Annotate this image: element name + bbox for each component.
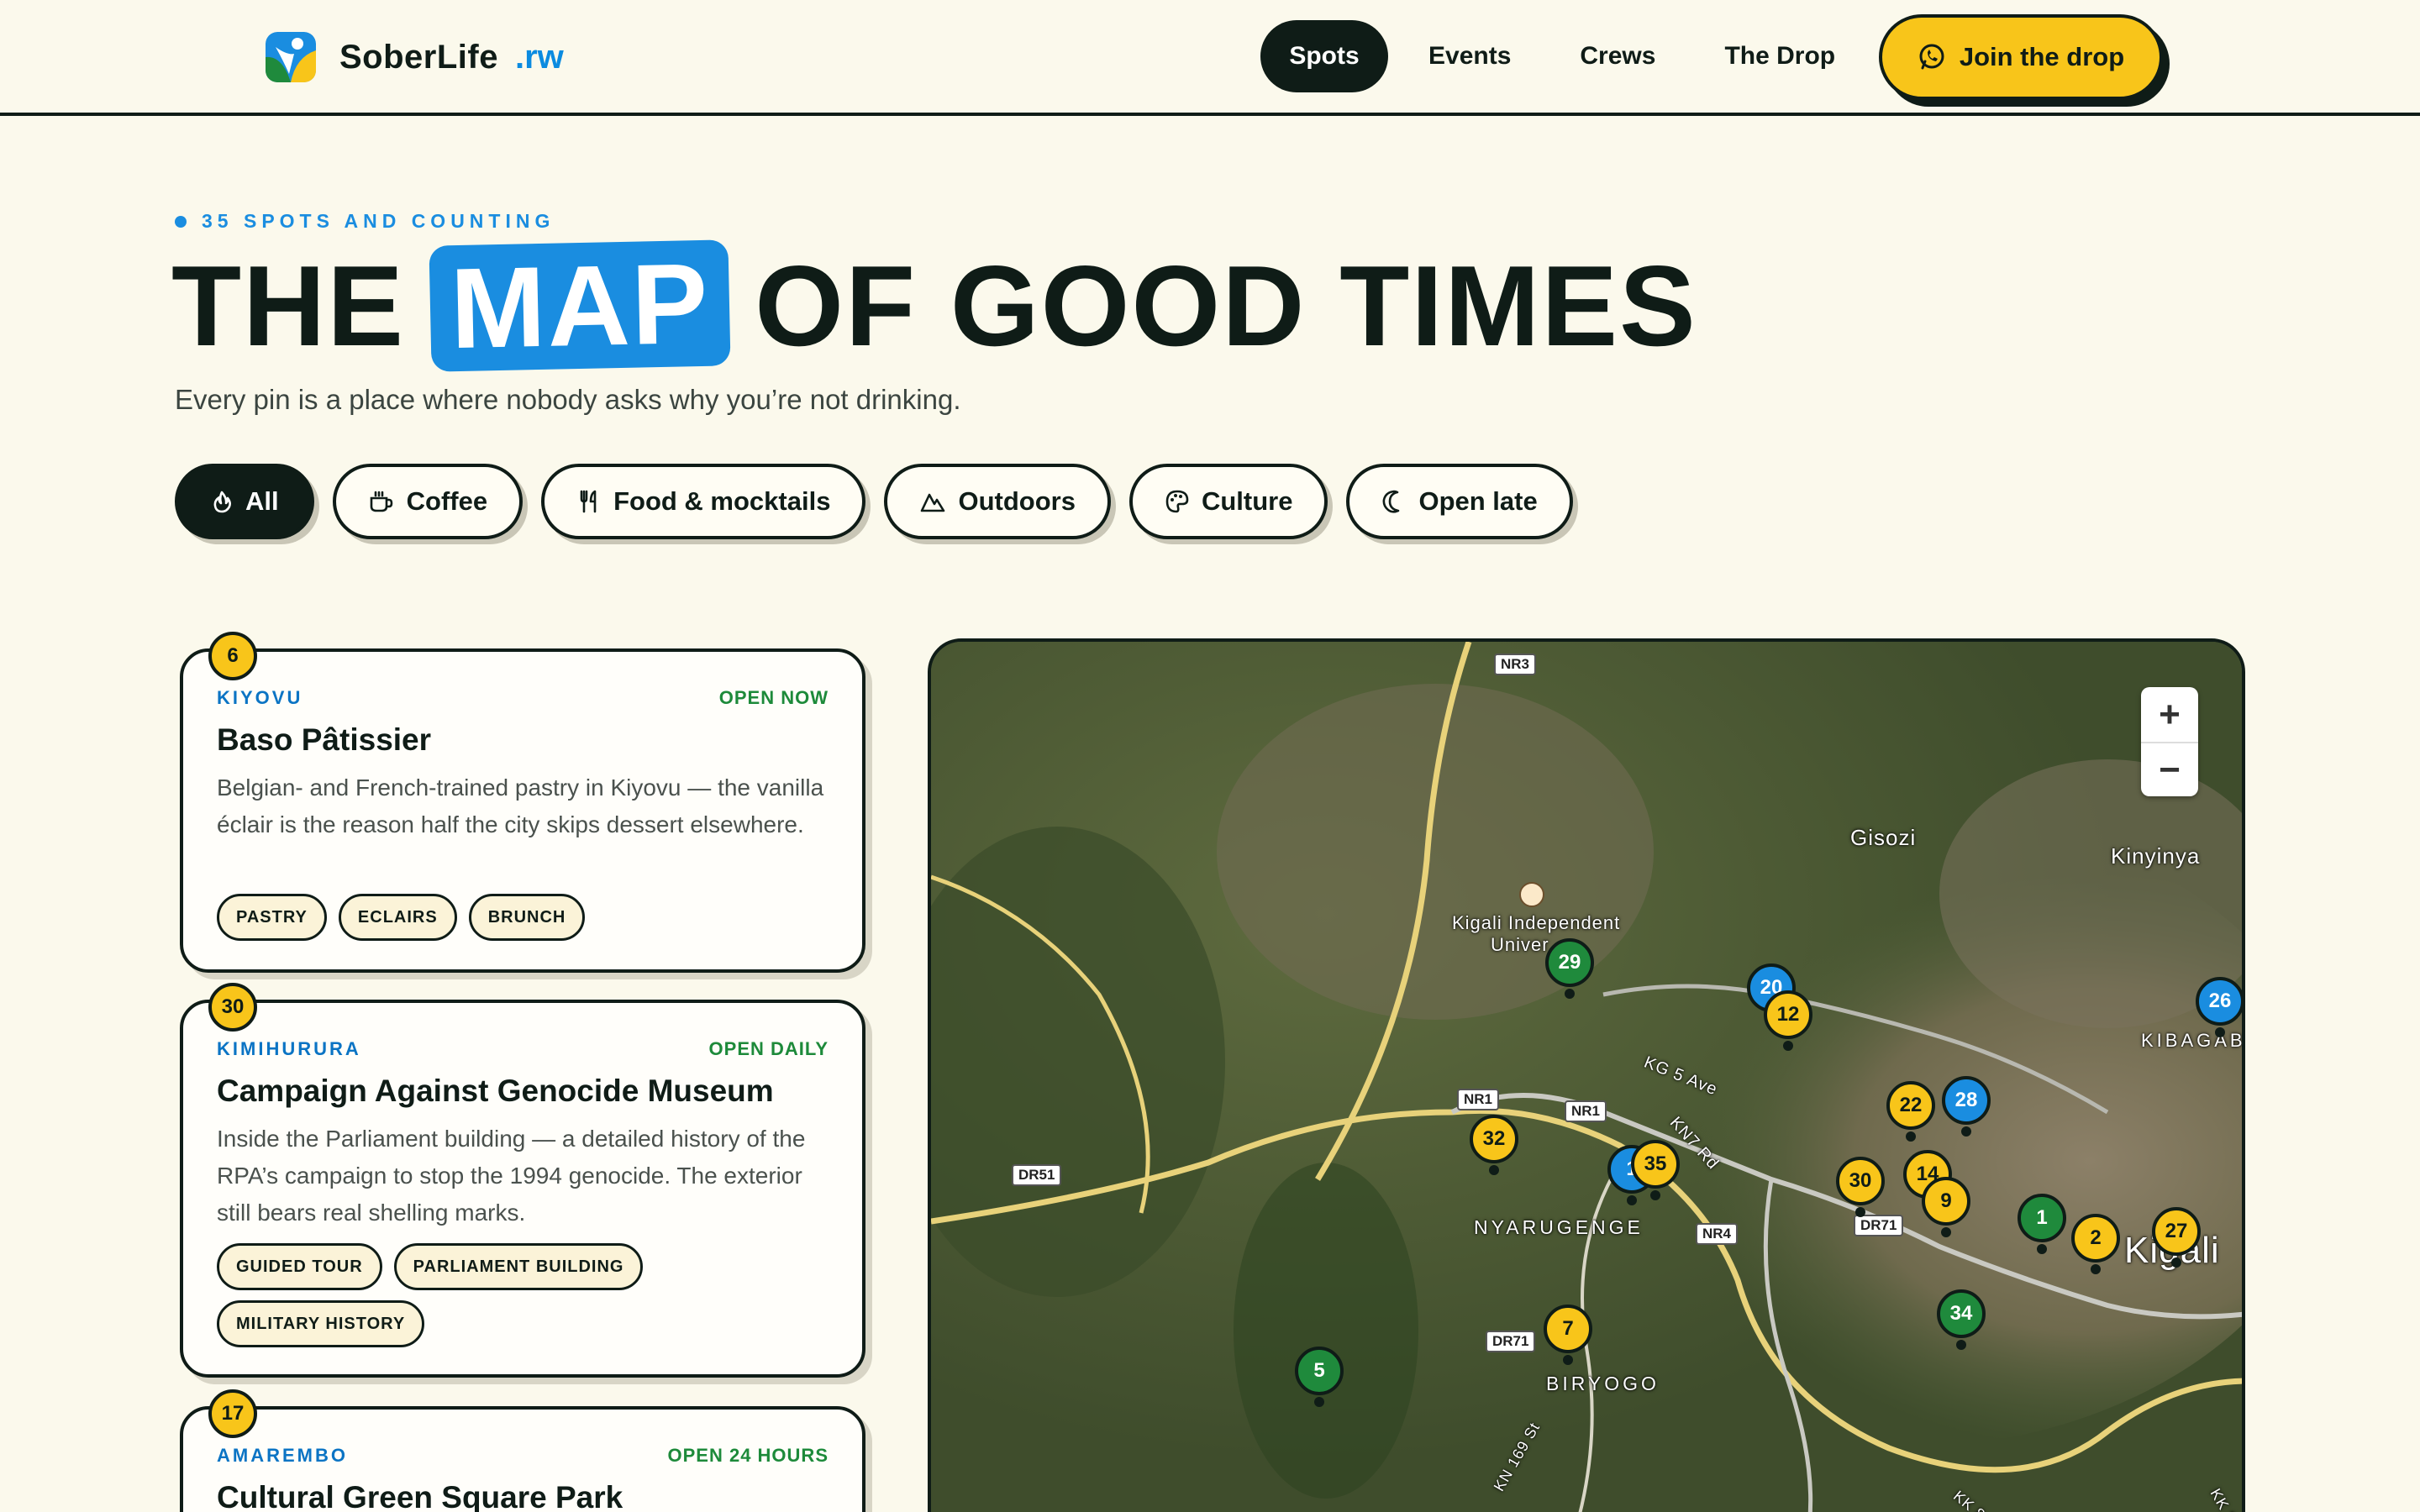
road-shield: DR71 [1486, 1331, 1536, 1352]
category-filters: All Coffee Food & mocktails Outdoors Cul… [175, 464, 1591, 539]
soberlife-logo-icon [266, 32, 316, 82]
spot-area: AMAREMBO [217, 1445, 348, 1466]
page-title: THE MAP OF GOOD TIMES [171, 239, 1697, 373]
map-pin[interactable]: 34 [1937, 1289, 1986, 1350]
map-label: Kigali Independent [1452, 912, 1621, 933]
spot-card[interactable]: 6 KIYOVU OPEN NOW Baso Pâtissier Belgian… [180, 632, 865, 973]
spot-status: OPEN NOW [718, 687, 829, 708]
spot-tag: PARLIAMENT BUILDING [393, 1243, 644, 1290]
spot-card[interactable]: 17 AMAREMBO OPEN 24 HOURS Cultural Green… [180, 1389, 865, 1512]
filter-coffee-label: Coffee [406, 486, 488, 516]
spot-name: Cultural Green Square Park [217, 1480, 623, 1512]
nav-spots[interactable]: Spots [1260, 20, 1388, 92]
spot-number-badge: 17 [208, 1389, 257, 1438]
map-pin[interactable]: 5 [1295, 1347, 1344, 1407]
spot-name: Baso Pâtissier [217, 722, 432, 757]
spot-tag: PASTRY [217, 894, 327, 941]
filter-food-mocktails-label: Food & mocktails [613, 486, 831, 516]
map-pin[interactable]: 27 [2152, 1207, 2201, 1268]
main-nav: Spots Events Crews The Drop [1260, 20, 1865, 92]
spot-tags: GUIDED TOUR PARLIAMENT BUILDING MILITARY… [217, 1243, 839, 1357]
map-label: Kinyinya [2111, 843, 2201, 869]
map-pin[interactable]: 1 [2018, 1194, 2066, 1254]
road-shield: NR4 [1696, 1223, 1739, 1245]
map-pin[interactable]: 28 [1942, 1076, 1991, 1137]
spot-number-badge: 30 [208, 983, 257, 1032]
map-pin[interactable]: 12 [1764, 990, 1812, 1051]
map-label: BIRYOGO [1546, 1373, 1660, 1394]
spot-tag: GUIDED TOUR [217, 1243, 382, 1290]
nav-events[interactable]: Events [1398, 20, 1541, 92]
spot-status: OPEN DAILY [708, 1038, 829, 1059]
fork-knife-icon [580, 490, 597, 513]
spot-area: KIYOVU [217, 687, 303, 708]
map-pin[interactable]: 9 [1922, 1177, 1970, 1237]
nav-the-drop[interactable]: The Drop [1694, 20, 1865, 92]
site-header: SoberLife .rw Spots Events Crews The Dro… [0, 0, 2420, 116]
spot-status: OPEN 24 HOURS [667, 1445, 829, 1466]
zoom-in-button[interactable]: + [2141, 687, 2198, 742]
whatsapp-icon [1919, 44, 1944, 70]
mountain-icon [921, 493, 945, 512]
spot-tag: MILITARY HISTORY [217, 1300, 425, 1347]
spot-tag: BRUNCH [468, 894, 586, 941]
join-the-drop-label: Join the drop [1959, 42, 2125, 71]
spots-count-eyebrow: 35 SPOTS AND COUNTING [175, 210, 555, 233]
spots-map[interactable]: + − Gisozi Kinyinya Kigali Independent U… [928, 638, 2245, 1512]
filter-coffee[interactable]: Coffee [332, 464, 523, 539]
page-subtitle: Every pin is a place where nobody asks w… [175, 384, 961, 415]
map-pin[interactable]: 29 [1545, 938, 1594, 999]
title-part-1: THE [171, 242, 405, 370]
map-label: Gisozi [1850, 825, 1917, 850]
filter-open-late-label: Open late [1418, 486, 1538, 516]
zoom-out-button[interactable]: − [2141, 742, 2198, 796]
map-label: KIBAGAB [2141, 1030, 2245, 1051]
road-shield: NR1 [1565, 1100, 1607, 1122]
title-highlight: MAP [429, 239, 731, 372]
filter-food-mocktails[interactable]: Food & mocktails [541, 464, 866, 539]
map-zoom-controls: + − [2141, 687, 2198, 796]
map-label: Univer [1491, 934, 1549, 955]
brand-logo[interactable]: SoberLife .rw [266, 30, 564, 84]
map-pin[interactable]: 30 [1836, 1157, 1885, 1217]
moon-icon [1383, 490, 1400, 513]
spot-tags: PASTRY ECLAIRS BRUNCH [217, 894, 839, 951]
brand-name: SoberLife [339, 38, 498, 76]
road-shield: NR3 [1494, 654, 1537, 675]
spot-area: KIMIHURURA [217, 1038, 361, 1059]
map-pin[interactable]: 2 [2071, 1214, 2120, 1274]
coffee-cup-icon [370, 491, 392, 512]
map-pin[interactable]: 32 [1470, 1115, 1518, 1175]
filter-culture[interactable]: Culture [1128, 464, 1328, 539]
map-pin[interactable]: 35 [1631, 1140, 1680, 1200]
road-shield: NR1 [1457, 1089, 1500, 1110]
spot-description: Inside the Parliament building — a detai… [217, 1126, 806, 1226]
join-the-drop-button[interactable]: Join the drop [1879, 14, 2163, 100]
map-pin[interactable]: 7 [1544, 1305, 1592, 1365]
spot-description: Belgian- and French-trained pastry in Ki… [217, 774, 824, 837]
filter-all[interactable]: All [175, 464, 314, 539]
title-part-2: OF GOOD TIMES [755, 242, 1697, 370]
flame-icon [213, 491, 231, 513]
road-shield: DR71 [1854, 1215, 1904, 1236]
map-pin[interactable]: 22 [1886, 1081, 1935, 1142]
map-label: NYARUGENGE [1474, 1216, 1644, 1238]
eyebrow-dot [175, 215, 187, 228]
filter-all-label: All [245, 486, 279, 516]
palette-icon [1165, 490, 1189, 513]
brand-tld: .rw [514, 38, 564, 76]
spot-name: Campaign Against Genocide Museum [217, 1074, 774, 1108]
spot-card[interactable]: 30 KIMIHURURA OPEN DAILY Campaign Agains… [180, 983, 865, 1378]
map-pin[interactable]: 26 [2196, 977, 2242, 1037]
filter-outdoors-label: Outdoors [958, 486, 1076, 516]
nav-crews[interactable]: Crews [1549, 20, 1686, 92]
spot-tag: ECLAIRS [338, 894, 457, 941]
school-poi-icon[interactable] [1519, 882, 1544, 907]
eyebrow-text: 35 SPOTS AND COUNTING [202, 210, 555, 232]
road-shield: DR51 [1012, 1164, 1062, 1186]
filter-outdoors[interactable]: Outdoors [884, 464, 1111, 539]
filter-culture-label: Culture [1201, 486, 1293, 516]
spot-number-badge: 6 [208, 632, 257, 680]
filter-open-late[interactable]: Open late [1346, 464, 1573, 539]
